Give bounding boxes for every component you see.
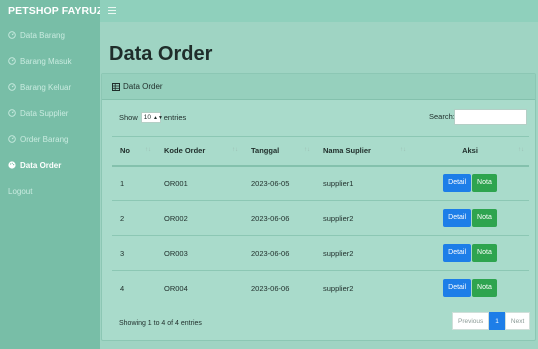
card-header: Data Order [102,74,535,100]
entries-label: entries [163,113,187,122]
cell-no: 2 [112,200,156,236]
column-header-label: No [120,146,130,156]
cell-aksi: Detail Nota [411,270,529,306]
pagination-previous[interactable]: Previous [452,312,490,330]
detail-button[interactable]: Detail [443,174,472,193]
column-header-label: Nama Suplier [323,146,371,156]
cell-tanggal: 2023-06-06 [243,235,315,271]
cell-aksi: Detail Nota [411,165,529,201]
column-header-aksi[interactable]: Aksi ↑↓ [411,136,529,167]
cell-nama-suplier: supplier2 [315,235,411,271]
pagination: Previous 1 Next [452,312,531,330]
column-header-tanggal[interactable]: Tanggal ↑↓ [243,136,315,167]
column-header-kode-order[interactable]: Kode Order ↑↓ [156,136,243,167]
cell-aksi: Detail Nota [411,235,529,271]
gauge-icon [8,83,16,91]
sort-icon: ↑↓ [400,147,406,153]
sidebar-item-label: Data Order [20,160,62,170]
sort-icon: ↑↓ [304,147,310,153]
column-header-label: Tanggal [251,146,280,156]
sort-icon: ↑↓ [232,147,238,153]
search-input[interactable] [454,109,527,125]
topbar [100,0,538,22]
detail-button[interactable]: Detail [443,244,472,262]
sidebar-item-data-barang[interactable]: Data Barang [0,22,100,48]
nota-button[interactable]: Nota [472,209,497,227]
cell-nama-suplier: supplier2 [315,270,411,306]
data-order-table: No ↑↓ Kode Order ↑↓ Tanggal ↑↓ Nama Suplier… [112,136,529,306]
table-row: 4 OR004 2023-06-06 supplier2 Detail Nota [112,270,529,306]
card-header-title: Data Order [123,82,163,91]
cell-nama-suplier: supplier1 [315,165,411,201]
sidebar-item-label: Order Barang [20,134,69,144]
entries-select[interactable]: 10 ▲▼ [140,112,163,123]
sidebar-item-logout[interactable]: Logout [0,178,100,204]
menu-toggle-icon[interactable] [108,7,116,14]
entries-select-value: 10 [143,114,151,121]
gauge-icon [8,57,16,65]
cell-tanggal: 2023-06-05 [243,165,315,201]
table-row: 2 OR002 2023-06-06 supplier2 Detail Nota [112,200,529,236]
gauge-icon [8,109,16,117]
table-header-row: No ↑↓ Kode Order ↑↓ Tanggal ↑↓ Nama Suplier… [112,136,529,167]
nota-button[interactable]: Nota [472,279,497,298]
cell-kode-order: OR002 [156,200,243,236]
table-row: 1 OR001 2023-06-05 supplier1 Detail Nota [112,165,529,201]
cell-kode-order: OR004 [156,270,243,306]
sidebar-item-label: Barang Keluar [20,82,72,92]
nota-button[interactable]: Nota [472,174,497,193]
cell-tanggal: 2023-06-06 [243,270,315,306]
sidebar: PETSHOP FAYRUZ Data Barang Barang Masuk … [0,0,100,349]
cell-tanggal: 2023-06-06 [243,200,315,236]
cell-kode-order: OR003 [156,235,243,271]
table-row: 3 OR003 2023-06-06 supplier2 Detail Nota [112,235,529,271]
column-header-nama-suplier[interactable]: Nama Suplier ↑↓ [315,136,411,167]
data-order-card: Data Order Show 10 ▲▼ entries Search: No ↑… [101,73,536,341]
pagination-page-1[interactable]: 1 [489,312,505,330]
sidebar-item-label: Data Barang [20,30,65,40]
gauge-icon [8,135,16,143]
search-label: Search: [429,112,455,121]
table-controls: Show 10 ▲▼ entries Search: [102,109,535,125]
cell-nama-suplier: supplier2 [315,200,411,236]
page-title: Data Order [109,43,213,65]
detail-button[interactable]: Detail [443,279,472,298]
sort-icon: ↑↓ [145,147,151,153]
sidebar-item-barang-keluar[interactable]: Barang Keluar [0,74,100,100]
cell-no: 3 [112,235,156,271]
cell-aksi: Detail Nota [411,200,529,236]
chevron-updown-icon: ▲▼ [153,114,163,121]
table-info: Showing 1 to 4 of 4 entries [119,320,202,327]
sort-icon: ↑↓ [518,147,524,153]
table-icon [112,82,120,91]
sidebar-item-label: Logout [8,186,33,196]
entries-length: Show 10 ▲▼ entries [119,112,186,123]
column-header-no[interactable]: No ↑↓ [112,136,156,167]
detail-button[interactable]: Detail [443,209,472,227]
sidebar-item-data-order[interactable]: Data Order [0,152,100,178]
show-label: Show [119,113,138,122]
cell-kode-order: OR001 [156,165,243,201]
column-header-label: Aksi [462,146,478,156]
cell-no: 4 [112,270,156,306]
sidebar-item-order-barang[interactable]: Order Barang [0,126,100,152]
cell-no: 1 [112,165,156,201]
sidebar-item-barang-masuk[interactable]: Barang Masuk [0,48,100,74]
sidebar-item-data-supplier[interactable]: Data Supplier [0,100,100,126]
sidebar-item-label: Data Supplier [20,108,69,118]
brand-title[interactable]: PETSHOP FAYRUZ [0,0,100,22]
column-header-label: Kode Order [164,146,206,156]
pagination-next[interactable]: Next [504,312,531,330]
gauge-icon [8,31,16,39]
sidebar-item-label: Barang Masuk [20,56,72,66]
nota-button[interactable]: Nota [472,244,497,262]
palette-icon [8,161,16,169]
